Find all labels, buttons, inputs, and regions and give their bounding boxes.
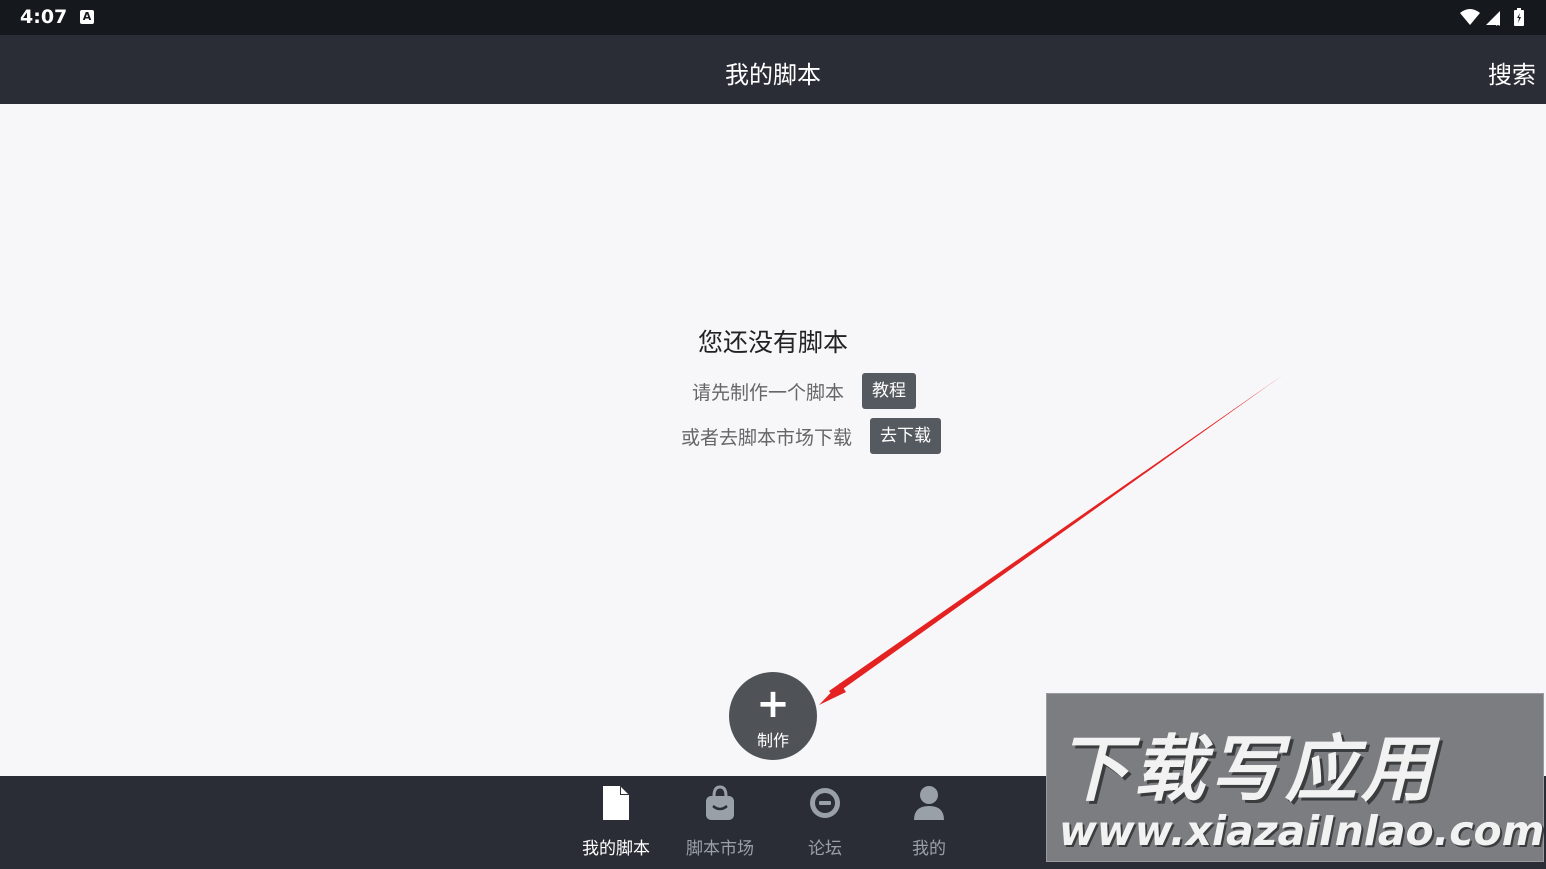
nav-label-forum: 论坛 — [808, 839, 842, 859]
nav-my-scripts[interactable]: 我的脚本 — [566, 776, 666, 869]
status-time: 4:07 — [20, 6, 68, 28]
empty-state-row-tutorial: 请先制作一个脚本 教程 — [692, 373, 917, 409]
nav-forum[interactable]: 论坛 — [775, 776, 875, 869]
go-download-button[interactable]: 去下载 — [870, 418, 942, 454]
shopping-bag-icon — [706, 785, 734, 820]
person-icon — [914, 786, 944, 820]
wifi-icon — [1460, 9, 1480, 25]
nav-label-me: 我的 — [912, 839, 946, 859]
tutorial-button[interactable]: 教程 — [862, 373, 917, 409]
page-title: 我的脚本 — [725, 61, 821, 89]
nav-me[interactable]: 我的 — [879, 776, 979, 869]
svg-text:x: x — [1496, 19, 1500, 28]
notification-icon: A — [80, 10, 94, 24]
empty-state-hint-create: 请先制作一个脚本 — [692, 381, 845, 404]
status-bar: 4:07 A x — [0, 0, 1546, 35]
empty-state-hint-market: 或者去脚本市场下载 — [681, 426, 853, 449]
search-button[interactable]: 搜索 — [1488, 55, 1536, 90]
watermark-url: www.xiazaiInlao.com — [1059, 807, 1545, 855]
watermark-title: 下载写应用 — [1057, 727, 1438, 811]
document-icon — [603, 786, 629, 820]
create-label: 制作 — [756, 731, 789, 750]
create-script-button[interactable]: + 制作 — [729, 672, 817, 760]
signal-icon: x — [1486, 11, 1500, 28]
status-icons: x — [1458, 7, 1528, 33]
empty-state-row-download: 或者去脚本市场下载 去下载 — [681, 418, 942, 454]
empty-state-title: 您还没有脚本 — [697, 328, 848, 357]
nav-script-market[interactable]: 脚本市场 — [670, 776, 770, 869]
chat-icon — [810, 788, 840, 818]
watermark: 下载写应用 www.xiazaiInlao.com — [1046, 693, 1544, 862]
battery-icon — [1514, 8, 1524, 26]
app-bar: 我的脚本 搜索 — [0, 35, 1546, 104]
nav-label-script-market: 脚本市场 — [686, 839, 754, 859]
nav-label-my-scripts: 我的脚本 — [582, 839, 650, 859]
plus-icon: + — [756, 681, 790, 727]
